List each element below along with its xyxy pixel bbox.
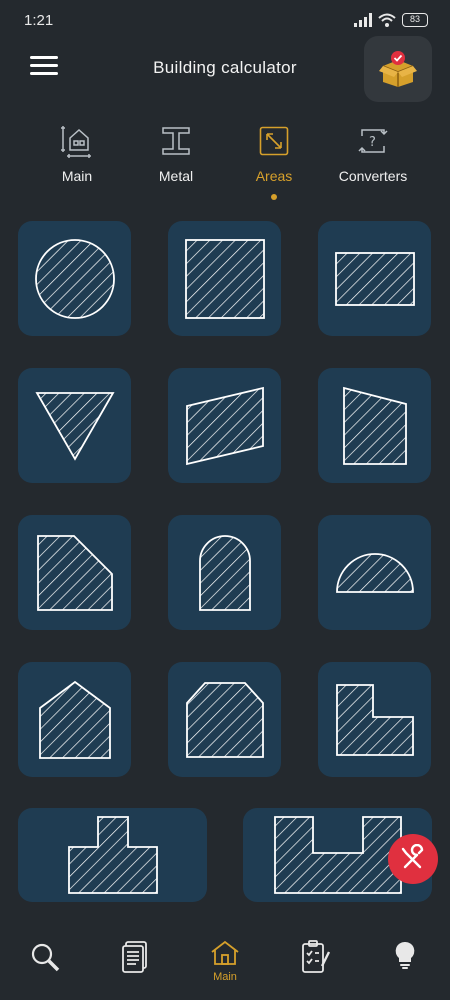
trapezoid-shape-icon bbox=[342, 386, 407, 465]
nav-documents[interactable] bbox=[105, 940, 165, 979]
nav-checklist[interactable] bbox=[285, 940, 345, 979]
search-icon bbox=[31, 943, 60, 972]
shape-card-cut-corner[interactable] bbox=[18, 515, 131, 630]
lightbulb-icon bbox=[395, 941, 415, 969]
status-time: 1:21 bbox=[24, 11, 54, 29]
tab-main[interactable]: Main bbox=[27, 122, 127, 184]
battery-icon: 83 bbox=[402, 13, 428, 27]
pentagon-shape-icon bbox=[38, 680, 111, 759]
shape-card-octagon[interactable] bbox=[168, 662, 281, 777]
home-icon bbox=[211, 940, 239, 965]
nav-main[interactable]: Main bbox=[195, 940, 255, 983]
shape-card-triangle[interactable] bbox=[18, 368, 131, 483]
shape-card-l-shape[interactable] bbox=[318, 662, 431, 777]
i-beam-icon bbox=[162, 127, 190, 155]
tab-metal[interactable]: Metal bbox=[126, 122, 226, 184]
converter-icon: ? bbox=[358, 129, 388, 153]
square-shape-icon bbox=[184, 238, 265, 319]
t-shape-icon bbox=[67, 816, 158, 894]
octagon-shape-icon bbox=[185, 681, 264, 758]
rectangle-shape-icon bbox=[334, 251, 415, 306]
svg-text:?: ? bbox=[369, 135, 376, 150]
shape-card-arch[interactable] bbox=[168, 515, 281, 630]
tab-label: Metal bbox=[158, 168, 194, 184]
shape-card-square[interactable] bbox=[168, 221, 281, 336]
checklist-icon bbox=[302, 940, 331, 973]
tab-label: Areas bbox=[255, 168, 293, 184]
parallelogram-shape-icon bbox=[185, 386, 264, 465]
nav-label: Main bbox=[213, 971, 237, 983]
tab-areas[interactable]: Areas bbox=[224, 122, 324, 200]
bottom-navigation: Main bbox=[0, 932, 450, 1000]
box-button[interactable] bbox=[364, 36, 432, 102]
circle-shape-icon bbox=[34, 238, 115, 319]
signal-icon bbox=[354, 13, 372, 27]
l-shape-icon bbox=[335, 683, 414, 756]
house-plan-icon bbox=[61, 126, 91, 158]
wifi-icon bbox=[378, 13, 396, 27]
semicircle-shape-icon bbox=[335, 552, 414, 593]
wrench-screwdriver-icon bbox=[401, 844, 424, 869]
app-header: Building calculator bbox=[0, 36, 450, 106]
active-tab-indicator bbox=[271, 194, 277, 200]
box-check-icon bbox=[379, 51, 417, 87]
shape-card-parallelogram[interactable] bbox=[168, 368, 281, 483]
tools-fab-button[interactable] bbox=[388, 834, 438, 884]
shape-card-semicircle[interactable] bbox=[318, 515, 431, 630]
shape-card-pentagon[interactable] bbox=[18, 662, 131, 777]
status-icons: 83 bbox=[354, 13, 428, 27]
triangle-shape-icon bbox=[34, 391, 115, 461]
resize-arrows-icon bbox=[259, 126, 289, 156]
tab-label: Main bbox=[61, 168, 93, 184]
shape-card-trapezoid[interactable] bbox=[318, 368, 431, 483]
nav-search[interactable] bbox=[15, 940, 75, 979]
document-list-icon bbox=[122, 941, 147, 973]
arch-shape-icon bbox=[198, 534, 251, 611]
shape-card-rectangle[interactable] bbox=[318, 221, 431, 336]
tab-converters[interactable]: ? Converters bbox=[323, 122, 423, 184]
nav-tips[interactable] bbox=[375, 940, 435, 975]
shape-card-circle[interactable] bbox=[18, 221, 131, 336]
status-bar: 1:21 83 bbox=[0, 0, 450, 40]
tab-label: Converters bbox=[338, 168, 408, 184]
shape-card-t-shape[interactable] bbox=[18, 808, 207, 902]
category-tabs: Main Metal Areas ? Converters bbox=[0, 122, 450, 212]
cut-corner-shape-icon bbox=[36, 534, 113, 611]
u-shape-icon bbox=[273, 816, 402, 894]
